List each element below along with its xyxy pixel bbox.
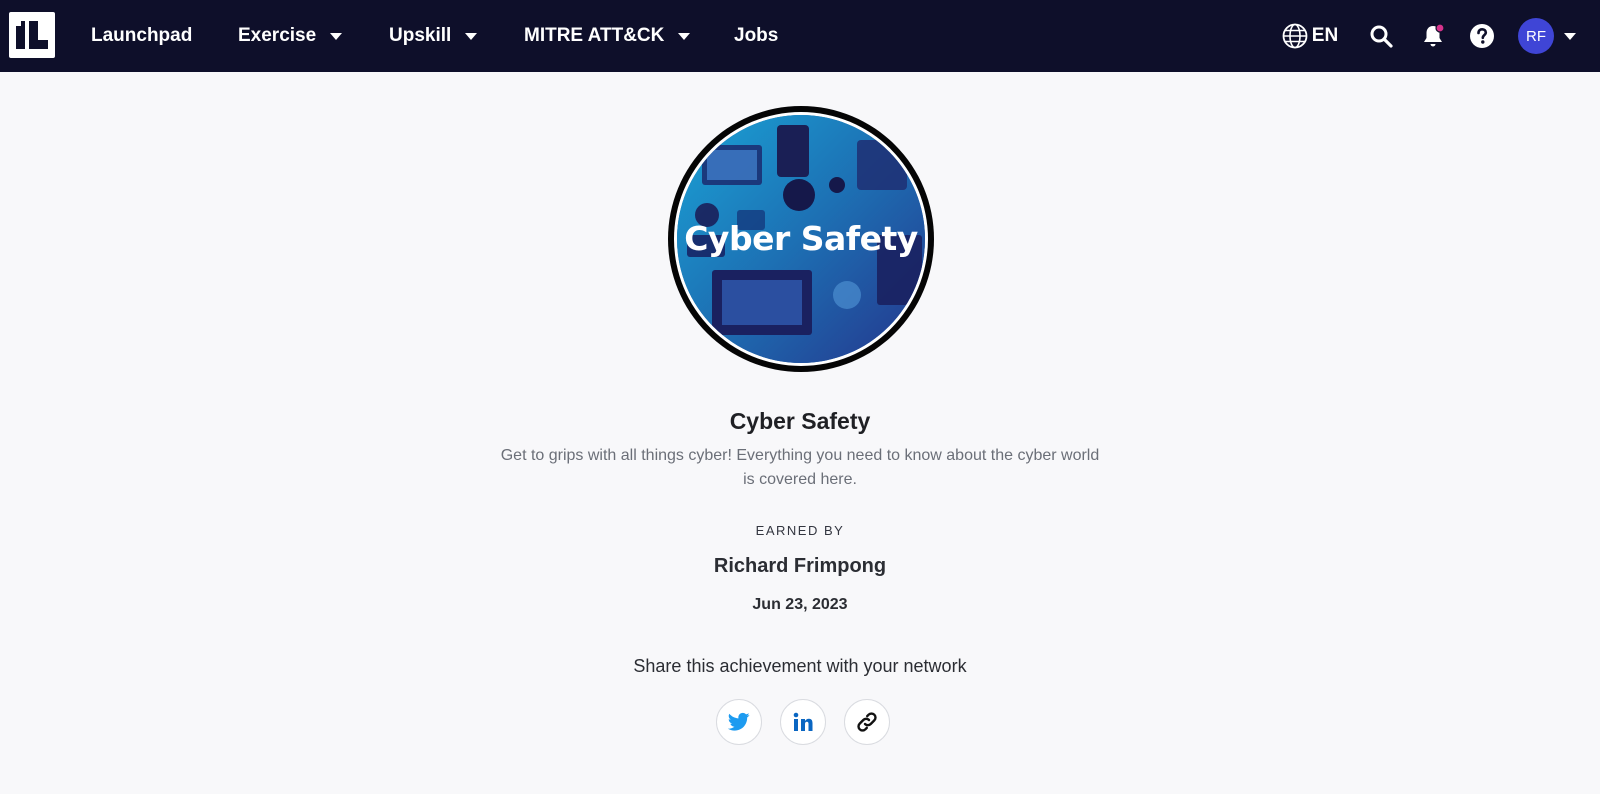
- bell-icon: [1424, 23, 1445, 47]
- copy-link-button[interactable]: [844, 699, 890, 745]
- globe-icon: [1282, 23, 1308, 49]
- nav-exercise-label: Exercise: [238, 25, 317, 46]
- help-button[interactable]: [1467, 0, 1497, 72]
- earned-by-label: EARNED BY: [755, 523, 845, 538]
- earner-name: Richard Frimpong: [713, 555, 887, 577]
- logo-icon: [16, 21, 48, 49]
- immersive-labs-logo[interactable]: [9, 12, 55, 58]
- badge-image-title: Cyber Safety: [684, 219, 918, 258]
- nav-upskill-label: Upskill: [389, 25, 452, 46]
- language-selector[interactable]: EN: [1281, 0, 1339, 72]
- linkedin-icon: [793, 712, 813, 731]
- nav-jobs-label: Jobs: [734, 25, 779, 46]
- nav-mitre-attack-label: MITRE ATT&CK: [524, 25, 665, 46]
- language-code: EN: [1311, 25, 1339, 46]
- share-twitter-button[interactable]: [716, 699, 762, 745]
- nav-launchpad[interactable]: Launchpad: [91, 0, 192, 72]
- earned-date: Jun 23, 2023: [752, 596, 848, 613]
- badge-image: Cyber Safety: [668, 106, 934, 372]
- nav-jobs[interactable]: Jobs: [734, 0, 778, 72]
- link-icon: [857, 712, 877, 732]
- twitter-icon: [728, 712, 750, 731]
- caret-down-icon: [465, 32, 478, 40]
- avatar: RF: [1518, 18, 1554, 54]
- notifications-button[interactable]: [1418, 0, 1448, 72]
- nav-mitre-attack[interactable]: MITRE ATT&CK: [524, 0, 691, 72]
- caret-down-icon: [678, 32, 691, 40]
- nav-exercise[interactable]: Exercise: [238, 0, 343, 72]
- nav-launchpad-label: Launchpad: [91, 25, 193, 46]
- caret-down-icon: [330, 32, 343, 40]
- nav-upskill[interactable]: Upskill: [389, 0, 478, 72]
- top-navigation-bar: Launchpad Exercise Upskill MITRE ATT&CK …: [0, 0, 1600, 72]
- share-prompt: Share this achievement with your network: [633, 656, 967, 676]
- help-icon: [1470, 24, 1494, 48]
- badge-artwork: Cyber Safety: [677, 115, 925, 363]
- share-linkedin-button[interactable]: [780, 699, 826, 745]
- badge-description: Get to grips with all things cyber! Ever…: [500, 447, 1100, 488]
- chevron-down-icon: [1564, 32, 1576, 40]
- notification-dot: [1435, 23, 1445, 33]
- user-menu[interactable]: RF: [1517, 0, 1577, 72]
- search-button[interactable]: [1366, 0, 1396, 72]
- search-icon: [1370, 25, 1393, 48]
- badge-title: Cyber Safety: [729, 408, 871, 434]
